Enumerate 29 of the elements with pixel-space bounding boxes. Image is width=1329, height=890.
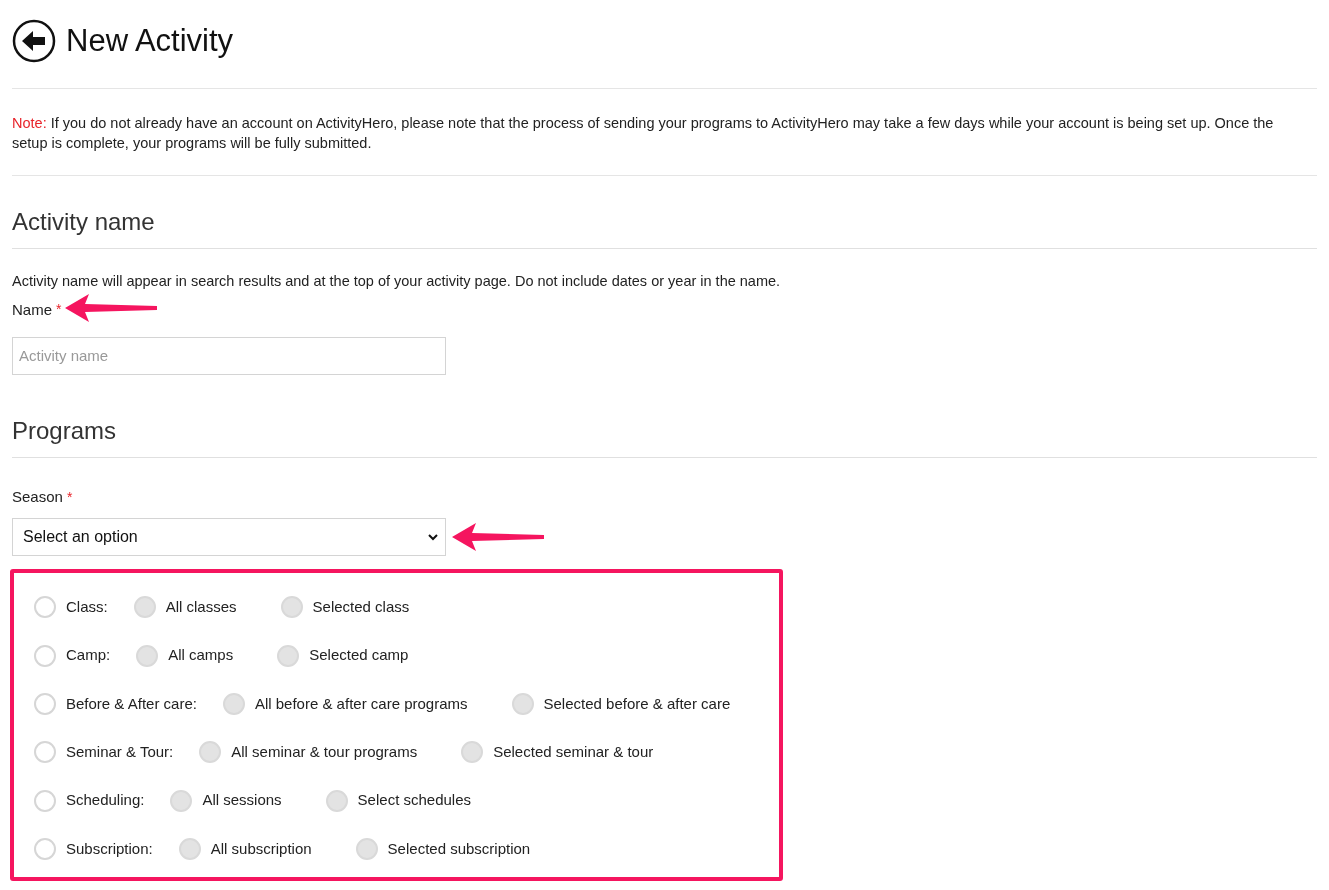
option-label: Subscription: — [66, 838, 153, 859]
field-label: Season — [12, 486, 63, 507]
section-heading: Programs — [12, 412, 1317, 458]
option-label: Class: — [66, 597, 108, 618]
choice-label: Selected class — [312, 597, 410, 618]
page-title: New Activity — [66, 21, 234, 60]
option-label: Scheduling: — [66, 790, 145, 811]
choice-label: Selected subscription — [387, 838, 531, 859]
season-select[interactable]: Select an option — [12, 518, 446, 557]
choice-label: All subscription — [210, 838, 312, 859]
option-label: Seminar & Tour: — [66, 742, 174, 763]
section-heading: Activity name — [12, 204, 1317, 249]
note-text: Note: If you do not already have an account on ActivityHero, please note that the process of sending your programs to ActivityHero may take a few days while your account is being set up. Once the setup is complete, your programs will be fully submitted. — [12, 114, 1275, 153]
choice-label: All camps — [168, 645, 234, 666]
choice-label: All seminar & tour programs — [231, 742, 418, 763]
choice-label: Selected camp — [309, 645, 409, 666]
description-text: Activity name will appear in search results and at the top of your activity page. Do not include dates or year in the name. — [12, 272, 782, 291]
choice-label: Selected before & after care — [543, 693, 731, 714]
option-label: Before & After care: — [66, 693, 197, 714]
choice-label: All before & after care programs — [254, 693, 468, 714]
choice-label: Selected seminar & tour — [493, 742, 654, 763]
activity-name-input[interactable]: Activity name — [12, 336, 446, 375]
choice-label: Select schedules — [357, 790, 471, 811]
field-label: Name — [12, 299, 52, 320]
choice-label: All sessions — [202, 790, 282, 811]
required-mark: * — [66, 487, 73, 507]
required-mark: * — [56, 300, 62, 320]
option-label: Camp: — [66, 645, 111, 666]
choice-label: All classes — [165, 597, 237, 618]
